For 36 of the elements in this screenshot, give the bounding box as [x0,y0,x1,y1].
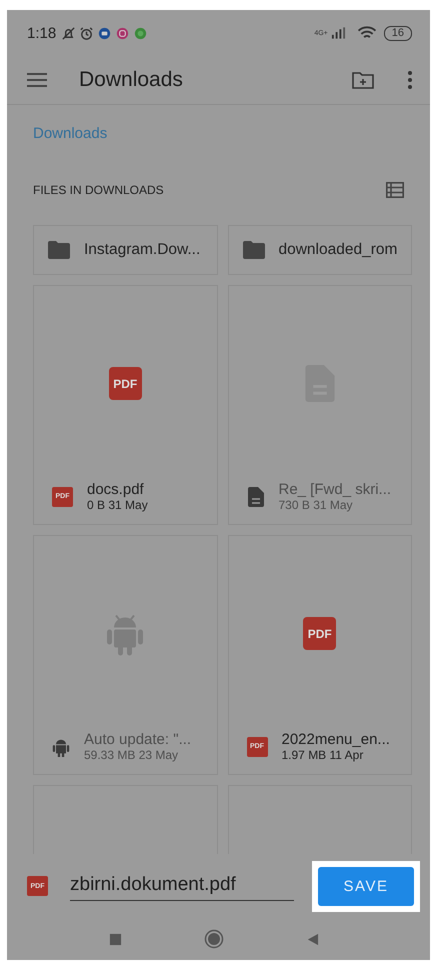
folder-item[interactable]: downloaded_rom [228,225,412,275]
app-notification-icon [97,26,112,40]
app-notification-icon [133,26,148,40]
file-name: 2022menu_en... [282,731,390,748]
back-icon[interactable] [306,932,318,946]
folder-item[interactable]: Instagram.Dow... [33,225,218,275]
section-title: FILES IN DOWNLOADS [33,183,164,197]
filename-field[interactable]: zbirni.dokument.pdf [70,872,294,900]
status-time: 1:18 [27,24,56,42]
wifi-icon [356,26,377,40]
alarm-icon [79,26,94,40]
home-icon[interactable] [204,929,224,949]
recent-apps-icon[interactable] [108,932,122,946]
menu-icon[interactable] [27,73,47,87]
folder-icon [242,241,264,259]
battery-level: 16 [384,26,412,40]
file-name: docs.pdf [87,481,145,498]
file-details: 1.97 MB 11 Apr [282,748,364,762]
document-icon [246,486,264,506]
new-folder-icon[interactable] [352,71,374,89]
save-button[interactable]: SAVE [318,866,414,906]
more-options-icon[interactable] [408,71,412,89]
file-details: 0 B 31 May [87,498,148,512]
file-name: Auto update: "... [84,731,192,748]
file-name: Re_ [Fwd_ skri... [278,481,392,498]
pdf-icon: PDF [108,367,142,400]
folder-name: downloaded_rom [278,241,398,259]
folder-name: Instagram.Dow... [84,241,200,259]
toolbar-title: Downloads [79,68,183,92]
list-view-icon[interactable] [386,182,404,198]
signal-icon [330,27,346,39]
file-details: 730 B 31 May [278,498,354,512]
file-details: 59.33 MB 23 May [84,748,180,762]
folder-icon [48,241,70,259]
bell-off-icon [61,26,76,40]
pdf-icon: PDF [303,617,336,650]
